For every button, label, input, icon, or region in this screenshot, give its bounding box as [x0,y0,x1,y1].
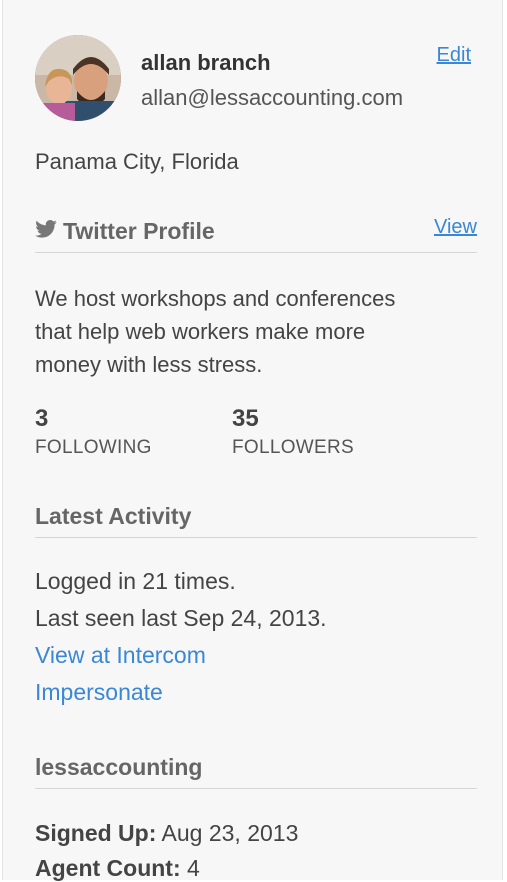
agent-count-value: 4 [187,855,200,881]
signed-up-row: Signed Up: Aug 23, 2013 [35,820,298,847]
signed-up-value: Aug 23, 2013 [161,820,299,846]
agent-count-key: Agent Count: [35,855,181,881]
user-email: allan@lessaccounting.com [141,85,404,110]
twitter-section-title: Twitter Profile [35,218,215,246]
twitter-section-label: Twitter Profile [63,218,215,244]
bio-line: money with less stress. [35,352,263,377]
last-seen-text: Last seen last Sep 24, 2013. [35,605,327,631]
activity-section-title: Latest Activity [35,503,192,529]
following-label: FOLLOWING [35,437,152,458]
impersonate-link[interactable]: Impersonate [35,679,163,705]
view-at-intercom-link[interactable]: View at Intercom [35,642,206,668]
avatar [35,35,121,121]
twitter-view-link[interactable]: View [434,216,477,239]
following-stat: 3 FOLLOWING [35,405,152,459]
twitter-bird-icon [35,217,57,244]
edit-link[interactable]: Edit [437,44,471,67]
twitter-bio: We host workshops and conferences that h… [35,282,475,381]
user-profile-panel: allan branch allan@lessaccounting.com Ed… [2,0,503,882]
twitter-section-header: Twitter Profile View [35,216,477,253]
agent-count-row: Agent Count: 4 [35,855,200,882]
bio-line: that help web workers make more [35,319,366,344]
following-count: 3 [35,405,49,432]
impersonate-row: Impersonate [35,679,163,706]
activity-section-header: Latest Activity [35,503,477,538]
followers-stat: 35 FOLLOWERS [232,405,354,459]
user-location: Panama City, Florida [35,149,239,174]
login-count-text: Logged in 21 times. [35,568,236,594]
company-section-header: lessaccounting [35,754,477,789]
followers-count: 35 [232,405,259,432]
company-section-title: lessaccounting [35,754,203,780]
view-intercom-row: View at Intercom [35,642,206,669]
bio-line: We host workshops and conferences [35,286,396,311]
signed-up-key: Signed Up: [35,820,157,846]
user-name: allan branch [141,50,271,75]
followers-label: FOLLOWERS [232,437,354,458]
